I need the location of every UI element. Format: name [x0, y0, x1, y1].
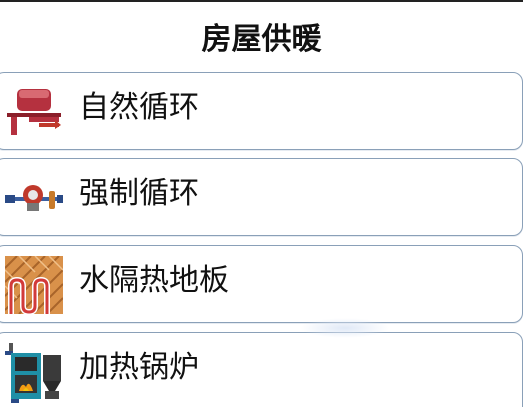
menu-item-label: 强制循环 — [79, 176, 199, 211]
menu-item-heating-boiler[interactable]: 加热锅炉 — [0, 332, 523, 407]
page-title: 房屋供暖 — [201, 22, 322, 57]
screen-glare — [300, 318, 390, 338]
top-edge-divider — [0, 0, 523, 2]
menu-item-label: 水隔热地板 — [79, 263, 229, 298]
menu-item-underfloor-heating[interactable]: 水隔热地板 — [0, 245, 523, 323]
pump-circulation-icon — [5, 169, 63, 227]
natural-circulation-icon — [5, 83, 63, 141]
menu-item-natural-circulation[interactable]: 自然循环 — [0, 72, 523, 150]
menu-item-label: 加热锅炉 — [79, 350, 199, 385]
menu-item-forced-circulation[interactable]: 强制循环 — [0, 158, 523, 236]
menu-item-label: 自然循环 — [79, 90, 199, 125]
boiler-icon — [5, 343, 63, 403]
underfloor-heating-icon — [4, 255, 64, 316]
